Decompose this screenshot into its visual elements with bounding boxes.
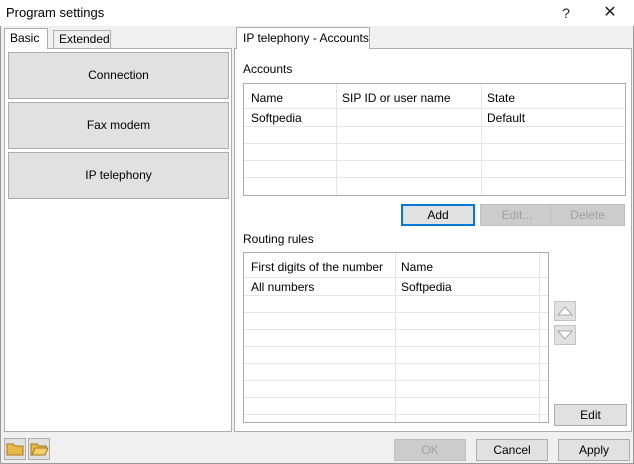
move-down-button[interactable] (554, 325, 576, 345)
ok-button[interactable]: OK (394, 439, 466, 461)
category-ip-telephony-button[interactable]: IP telephony (8, 152, 229, 199)
save-folder-button[interactable] (28, 438, 50, 460)
routing-header-first-digits[interactable]: First digits of the number (251, 260, 383, 274)
category-panel: Connection Fax modem IP telephony (4, 48, 232, 432)
triangle-down-icon (556, 330, 574, 340)
help-button[interactable]: ? (544, 0, 588, 26)
edit-routing-button[interactable]: Edit (554, 404, 627, 426)
tab-ip-telephony-accounts[interactable]: IP telephony - Accounts (236, 27, 370, 49)
routing-row-name[interactable]: Softpedia (401, 280, 452, 294)
title-bar: Program settings ? ✕ (0, 0, 634, 26)
accounts-table[interactable]: Name SIP ID or user name State Softpedia… (243, 83, 626, 196)
accounts-label: Accounts (243, 62, 293, 76)
delete-account-button[interactable]: Delete (550, 204, 625, 226)
category-fax-modem-button[interactable]: Fax modem (8, 102, 229, 149)
routing-header-name[interactable]: Name (401, 260, 433, 274)
cancel-button[interactable]: Cancel (476, 439, 548, 461)
close-button[interactable]: ✕ (588, 0, 632, 26)
triangle-up-icon (556, 306, 574, 316)
folder-icon (6, 443, 24, 456)
tab-basic[interactable]: Basic (4, 28, 48, 49)
apply-button[interactable]: Apply (558, 439, 630, 461)
window-title: Program settings (6, 5, 105, 20)
accounts-row-name[interactable]: Softpedia (251, 111, 302, 125)
routing-rules-table[interactable]: First digits of the number Name All numb… (243, 252, 549, 423)
add-account-button[interactable]: Add (401, 204, 475, 226)
move-up-button[interactable] (554, 301, 576, 321)
accounts-row-state[interactable]: Default (487, 111, 525, 125)
accounts-panel: Accounts Name SIP ID or user name State … (234, 48, 632, 432)
routing-rules-label: Routing rules (243, 232, 314, 246)
tab-extended[interactable]: Extended (53, 30, 111, 48)
open-folder-button[interactable] (4, 438, 26, 460)
routing-row-first-digits[interactable]: All numbers (251, 280, 314, 294)
accounts-header-name[interactable]: Name (251, 91, 283, 105)
folder-open-icon (30, 443, 49, 456)
accounts-header-sip-id[interactable]: SIP ID or user name (342, 91, 451, 105)
edit-account-button[interactable]: Edit... (480, 204, 554, 226)
accounts-header-state[interactable]: State (487, 91, 515, 105)
category-connection-button[interactable]: Connection (8, 52, 229, 99)
